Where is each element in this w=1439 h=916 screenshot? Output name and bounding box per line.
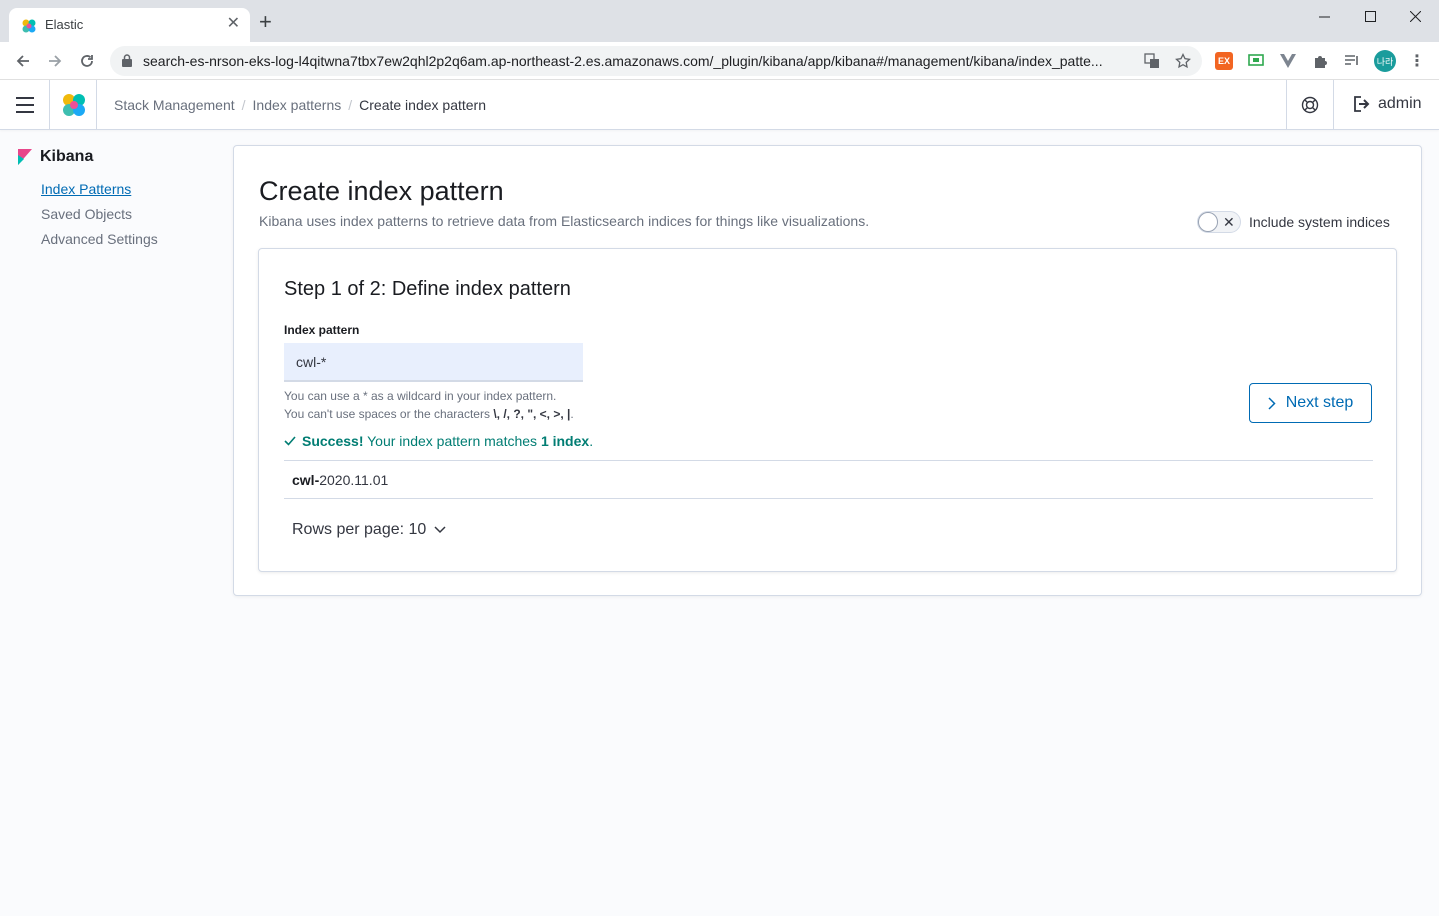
sidebar-title: Kibana [18,148,93,166]
breadcrumb-create-index-pattern: Create index pattern [359,97,486,113]
new-tab-icon[interactable]: + [259,11,272,33]
divider [284,498,1373,499]
extension-vue-icon[interactable] [1279,52,1297,70]
elastic-logo-icon [63,94,85,116]
sidebar-item-saved-objects[interactable]: Saved Objects [41,206,132,222]
sidebar-item-advanced-settings[interactable]: Advanced Settings [41,231,158,247]
next-step-label: Next step [1285,394,1354,411]
browser-menu-icon[interactable]: ⋮ [1408,52,1426,70]
maximize-icon[interactable] [1347,4,1393,28]
forward-icon[interactable] [45,51,65,71]
bookmark-star-icon[interactable] [1174,52,1192,70]
breadcrumb-index-patterns[interactable]: Index patterns [253,97,342,113]
translate-icon[interactable] [1143,52,1161,70]
switch-off-icon: ✕ [1223,214,1235,230]
minimize-icon[interactable] [1301,4,1347,28]
extensions-puzzle-icon[interactable] [1311,52,1329,70]
invalid-chars-help-text: You can't use spaces or the characters \… [284,407,574,421]
extension-screen-icon[interactable] [1247,52,1265,70]
extension-ex-icon[interactable]: EX [1215,52,1233,70]
browser-toolbar: search-es-nrson-eks-log-l4qitwna7tbx7ew2… [0,42,1439,80]
include-system-indices-label[interactable]: Include system indices [1249,214,1390,230]
elastic-favicon-icon [22,19,36,33]
step-title: Step 1 of 2: Define index pattern [284,278,571,300]
index-pattern-label: Index pattern [284,323,360,337]
browser-tab-bar: Elastic ✕ + [0,0,1439,42]
success-message: Success! Your index pattern matches 1 in… [284,433,593,449]
chevron-down-icon [434,526,446,534]
sidebar-title-text: Kibana [40,148,94,165]
window-close-icon[interactable] [1392,4,1438,28]
check-icon [284,436,296,446]
lock-icon [122,54,132,67]
rows-per-page-label: Rows per page: 10 [292,521,427,538]
back-icon[interactable] [13,51,33,71]
breadcrumb-stack-management[interactable]: Stack Management [114,97,235,113]
step-card: Step 1 of 2: Define index pattern Index … [258,248,1397,572]
rows-per-page-button[interactable]: Rows per page: 10 [292,521,446,539]
page-title: Create index pattern [259,176,504,206]
tab-close-icon[interactable]: ✕ [227,15,240,33]
kibana-logo-icon [18,149,32,165]
help-lifebuoy-icon [1301,96,1319,114]
reading-list-icon[interactable] [1343,52,1361,70]
wildcard-help-text: You can use a * as a wildcard in your in… [284,389,557,403]
breadcrumb: Stack Management / Index patterns / Create i… [114,97,486,113]
matched-index-row: cwl-2020.11.01 [292,472,389,488]
kibana-header: Stack Management / Index patterns / Create i… [0,80,1439,130]
browser-tab[interactable]: Elastic ✕ [9,8,250,42]
page-description: Kibana uses index patterns to retrieve d… [259,213,870,229]
include-system-indices-switch[interactable]: ✕ [1197,211,1241,233]
sidebar-item-index-patterns[interactable]: Index Patterns [41,181,131,197]
user-name: admin [1378,95,1422,112]
chevron-right-icon [1268,396,1276,410]
hamburger-menu-icon[interactable] [16,97,34,113]
index-pattern-input[interactable] [284,343,583,382]
help-button[interactable] [1286,80,1334,130]
profile-avatar[interactable]: 나라 [1374,50,1396,72]
next-step-button[interactable]: Next step [1249,383,1372,423]
elastic-logo[interactable] [49,80,97,130]
switch-knob [1198,212,1218,232]
address-bar[interactable]: search-es-nrson-eks-log-l4qitwna7tbx7ew2… [110,46,1202,76]
url-text: search-es-nrson-eks-log-l4qitwna7tbx7ew2… [143,53,1103,69]
logout-icon [1354,96,1370,112]
user-menu[interactable]: admin [1354,95,1422,113]
tab-title: Elastic [45,17,84,32]
reload-icon[interactable] [77,51,97,71]
create-index-pattern-panel: Create index pattern Kibana uses index p… [233,145,1422,596]
divider [284,460,1373,461]
